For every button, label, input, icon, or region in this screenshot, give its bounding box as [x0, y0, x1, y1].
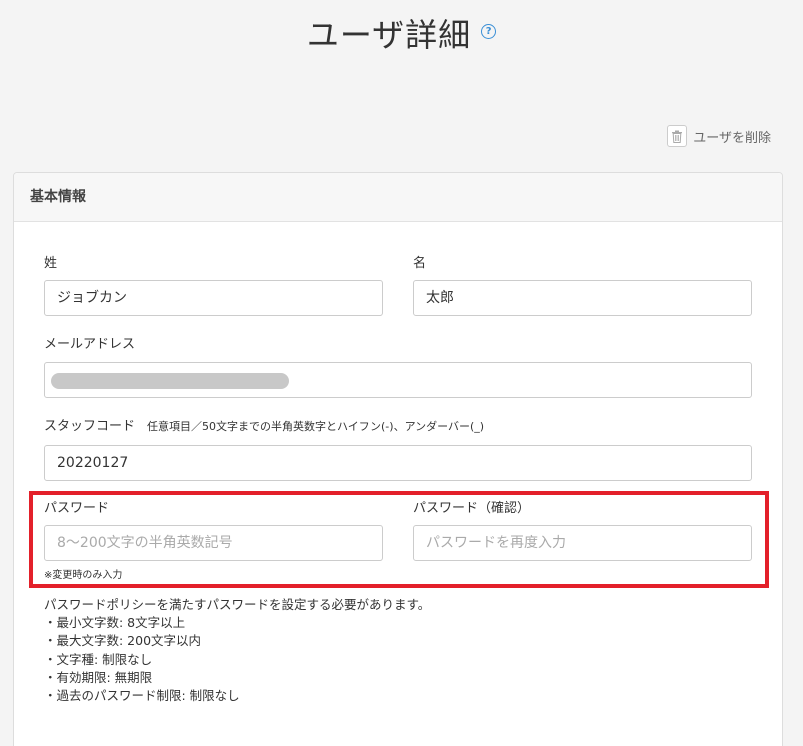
policy-intro: パスワードポリシーを満たすパスワードを設定する必要があります。: [44, 597, 431, 612]
first-name-input[interactable]: 太郎: [413, 280, 752, 316]
password-highlight-box: [29, 491, 769, 588]
staff-code-label: スタッフコード 任意項目／50文字までの半角英数字とハイフン(-)、アンダーバー(…: [44, 415, 484, 434]
email-input[interactable]: [44, 362, 752, 398]
last-name-label: 姓: [44, 256, 58, 271]
page-title: ユーザ詳細: [306, 16, 472, 54]
policy-item: ・有効期限: 無期限: [44, 669, 153, 685]
first-name-label: 名: [413, 256, 427, 271]
redacted-email: [51, 373, 289, 389]
policy-item: ・最小文字数: 8文字以上: [44, 615, 186, 631]
password-policy: パスワードポリシーを満たすパスワードを設定する必要があります。 ・最小文字数: …: [44, 596, 430, 705]
policy-item: ・文字種: 制限なし: [44, 651, 153, 667]
delete-user-button[interactable]: ユーザを削除: [667, 125, 771, 147]
last-name-input[interactable]: ジョブカン: [44, 280, 383, 316]
page: ユーザ詳細? ユーザを削除 基本情報 姓 ジョブカン 名 太郎 メールアドレス …: [0, 0, 803, 746]
help-icon[interactable]: ?: [481, 23, 497, 39]
staff-code-hint: 任意項目／50文字までの半角英数字とハイフン(-)、アンダーバー(_): [147, 420, 485, 433]
staff-code-input[interactable]: 20220127: [44, 445, 752, 481]
trash-icon: [667, 125, 688, 147]
email-label: メールアドレス: [44, 337, 136, 352]
staff-code-label-text: スタッフコード: [44, 419, 136, 434]
policy-item: ・最大文字数: 200文字以内: [44, 633, 202, 649]
card-title: 基本情報: [14, 173, 782, 222]
delete-user-label: ユーザを削除: [693, 130, 771, 146]
policy-item: ・過去のパスワード制限: 制限なし: [44, 688, 240, 704]
title-row: ユーザ詳細?: [0, 10, 803, 56]
